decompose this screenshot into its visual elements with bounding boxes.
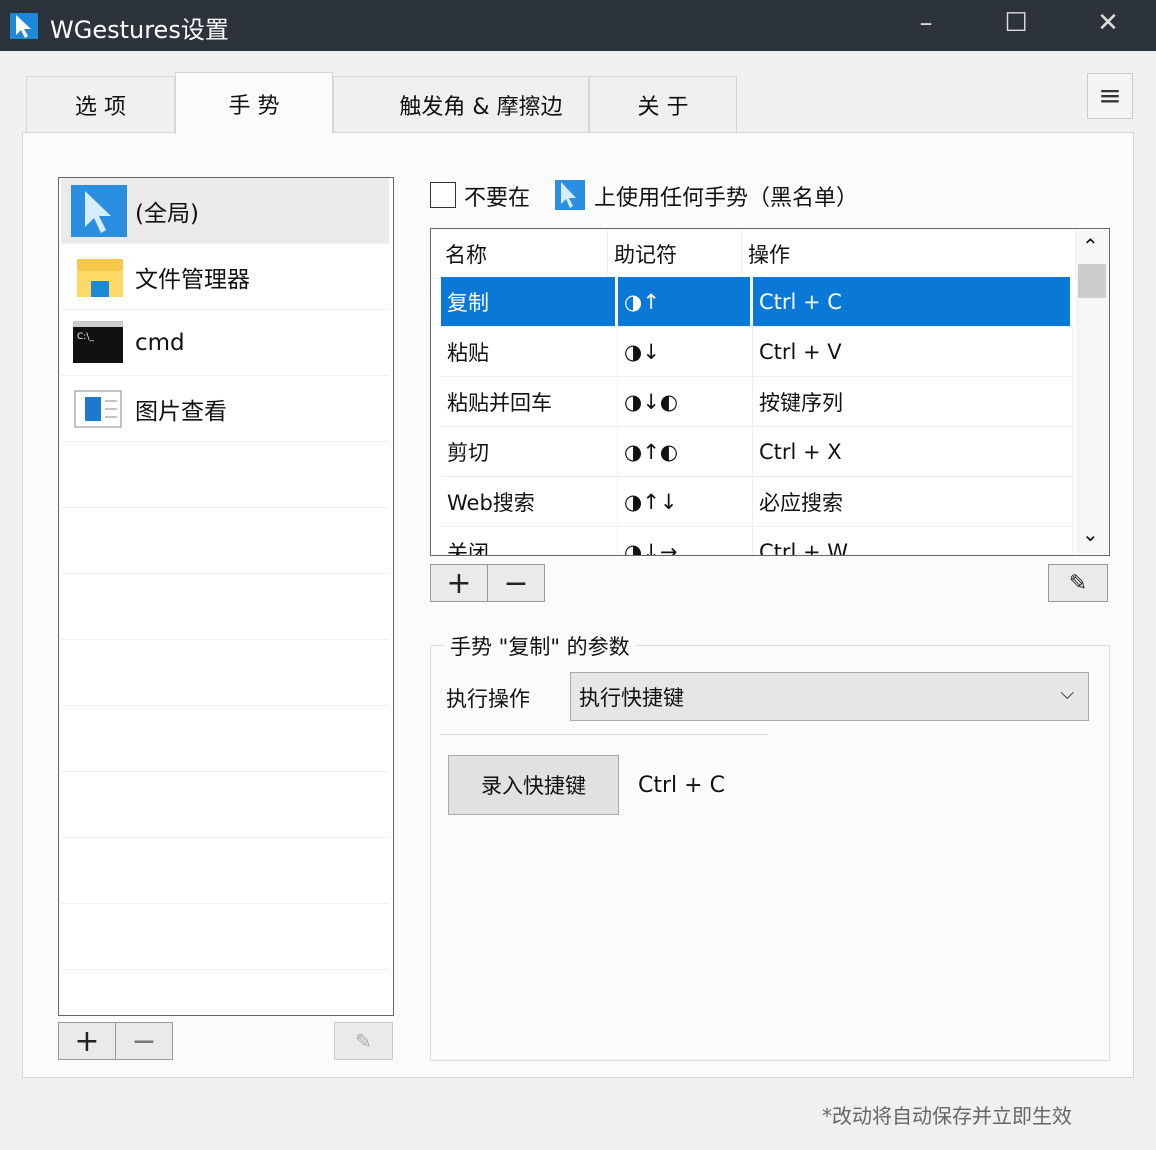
hamburger-icon: ≡ [1098, 79, 1122, 112]
cell-action: 按键序列 [753, 377, 1073, 426]
cell-mnemonic: ◑↑◐ [618, 427, 753, 476]
app-label: (全局) [135, 200, 199, 227]
table-scrollbar[interactable]: ⌃ ⌄ [1076, 230, 1108, 554]
tab-about[interactable]: 关 于 [589, 76, 737, 133]
title-bar: WGestures设置 – ☐ ✕ [0, 0, 1156, 51]
scroll-down-icon: ⌄ [1082, 522, 1099, 546]
scrollbar-thumb[interactable] [1078, 264, 1106, 298]
header-name[interactable]: 名称 [431, 229, 608, 278]
app-label: 图片查看 [135, 398, 227, 425]
header-action[interactable]: 操作 [742, 229, 1076, 278]
cell-name: 剪切 [441, 427, 618, 476]
action-label: 执行操作 [446, 687, 530, 711]
edit-gesture-button[interactable]: ✎ [1048, 564, 1108, 602]
cell-mnemonic: ◑↓ [618, 327, 753, 376]
add-gesture-button[interactable]: + [430, 564, 488, 602]
terminal-icon: C:\_ [73, 320, 123, 363]
image-viewer-icon [74, 390, 122, 427]
cell-name: 粘贴并回车 [441, 377, 618, 426]
maximize-button[interactable]: ☐ [996, 8, 1036, 38]
cell-name: 关闭 [441, 527, 618, 555]
chevron-down-icon: ⌵ [1060, 683, 1074, 704]
cursor-icon [71, 184, 127, 237]
app-item-cmd[interactable]: C:\_ cmd [61, 310, 389, 376]
cell-name: Web搜索 [441, 477, 618, 526]
blacklist-label: 不要在 [464, 186, 531, 211]
minimize-button[interactable]: – [906, 8, 946, 38]
app-label: 文件管理器 [135, 266, 250, 293]
cell-action: Ctrl + W [753, 527, 1073, 555]
cell-mnemonic: ◑↑↓ [618, 477, 753, 526]
tab-gestures[interactable]: 手 势 [175, 72, 333, 134]
cell-action: Ctrl + C [753, 277, 1073, 326]
cell-action: 必应搜索 [753, 477, 1073, 526]
app-item-image-viewer[interactable]: 图片查看 [61, 376, 389, 442]
blacklist-label-suffix: 上使用任何手势（黑名单） [594, 186, 859, 211]
edit-icon: ✎ [1068, 570, 1088, 596]
cell-name: 复制 [441, 277, 618, 326]
table-row[interactable]: 关闭 ◑↓→ Ctrl + W [441, 527, 1073, 555]
app-label: cmd [135, 329, 185, 356]
cell-mnemonic: ◑↑ [618, 277, 753, 326]
edit-app-button[interactable]: ✎ [334, 1022, 393, 1060]
table-row[interactable]: 复制 ◑↑ Ctrl + C [441, 277, 1073, 327]
footer-note: *改动将自动保存并立即生效 [822, 1104, 1072, 1128]
blacklist-checkbox[interactable] [430, 182, 456, 208]
scroll-up-icon[interactable]: ⌃ [1082, 234, 1099, 258]
divider [440, 734, 768, 735]
hotkey-value: Ctrl + C [638, 773, 725, 798]
folder-icon [77, 258, 123, 297]
app-item-global[interactable]: (全局) [61, 178, 389, 244]
table-row[interactable]: 剪切 ◑↑◐ Ctrl + X [441, 427, 1073, 477]
table-header: 名称 助记符 操作 [431, 229, 1076, 279]
edit-icon: ✎ [355, 1029, 372, 1053]
table-row[interactable]: Web搜索 ◑↑↓ 必应搜索 [441, 477, 1073, 527]
action-select[interactable]: 执行快捷键 ⌵ [570, 672, 1089, 721]
action-select-value: 执行快捷键 [579, 685, 684, 710]
cell-action: Ctrl + X [753, 427, 1073, 476]
cell-mnemonic: ◑↓→ [618, 527, 753, 555]
table-row[interactable]: 粘贴 ◑↓ Ctrl + V [441, 327, 1073, 377]
record-hotkey-button[interactable]: 录入快捷键 [448, 755, 619, 815]
params-title: 手势 "复制" 的参数 [444, 631, 636, 661]
app-logo-icon [10, 13, 38, 39]
svg-text:C:\_: C:\_ [77, 332, 94, 342]
close-button[interactable]: ✕ [1088, 8, 1128, 38]
header-mnemonic[interactable]: 助记符 [608, 229, 742, 278]
window-title: WGestures设置 [50, 16, 229, 44]
menu-button[interactable]: ≡ [1087, 73, 1133, 119]
remove-gesture-button[interactable]: − [487, 564, 545, 602]
cell-mnemonic: ◑↓◐ [618, 377, 753, 426]
table-row[interactable]: 粘贴并回车 ◑↓◐ 按键序列 [441, 377, 1073, 427]
cell-name: 粘贴 [441, 327, 618, 376]
app-list[interactable]: (全局) 文件管理器 C:\_ cmd 图片查看 [58, 177, 394, 1016]
tab-options[interactable]: 选 项 [26, 76, 175, 133]
cursor-icon [555, 180, 585, 210]
add-app-button[interactable]: + [58, 1022, 116, 1060]
cell-action: Ctrl + V [753, 327, 1073, 376]
remove-app-button[interactable]: − [115, 1022, 173, 1060]
app-item-explorer[interactable]: 文件管理器 [61, 244, 389, 310]
tab-hot-corners[interactable]: 触发角 & 摩擦边 [333, 76, 589, 133]
gesture-table[interactable]: 名称 助记符 操作 复制 ◑↑ Ctrl + C 粘贴 ◑↓ Ctrl + V 粘贴并回车 ◑… [430, 228, 1110, 556]
